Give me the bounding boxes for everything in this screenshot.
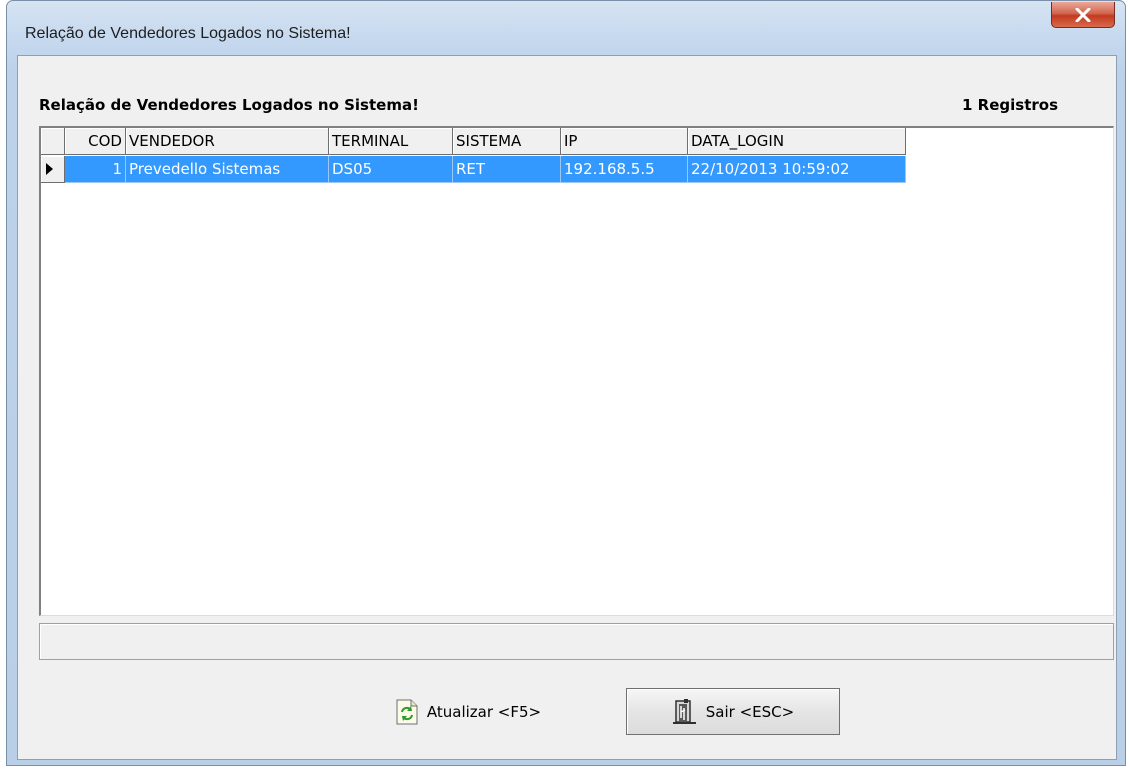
cell-sistema[interactable]: RET [453,156,561,183]
window: Relação de Vendedores Logados no Sistema… [6,0,1126,766]
window-title: Relação de Vendedores Logados no Sistema… [25,25,351,42]
column-header-vendedor[interactable]: VENDEDOR [126,128,329,155]
cell-terminal[interactable]: DS05 [329,156,453,183]
dialog-body: Relação de Vendedores Logados no Sistema… [17,55,1117,760]
records-count: 1 Registros [962,96,1058,114]
cell-vendedor[interactable]: Prevedello Sistemas [126,156,329,183]
close-button[interactable] [1051,2,1115,28]
exit-button[interactable]: Sair <ESC> [626,688,840,735]
status-panel [39,623,1114,660]
table-row[interactable]: 1 Prevedello Sistemas DS05 RET 192.168.5… [41,156,906,183]
refresh-icon [396,699,418,724]
sellers-grid[interactable]: COD VENDEDOR TERMINAL SISTEMA IP DATA_LO… [39,126,1114,616]
column-header-cod[interactable]: COD [65,128,126,155]
exit-button-label: Sair <ESC> [705,702,795,721]
grid-header-row: COD VENDEDOR TERMINAL SISTEMA IP DATA_LO… [41,128,906,155]
column-header-terminal[interactable]: TERMINAL [329,128,453,155]
close-icon [1075,7,1091,22]
cell-data-login[interactable]: 22/10/2013 10:59:02 [688,156,906,183]
exit-door-icon [672,698,696,724]
title-bar[interactable]: Relação de Vendedores Logados no Sistema… [7,1,1125,45]
column-header-ip[interactable]: IP [561,128,688,155]
panel-title: Relação de Vendedores Logados no Sistema… [39,96,419,114]
row-pointer-icon [46,163,53,175]
column-header-data-login[interactable]: DATA_LOGIN [688,128,906,155]
refresh-button-label: Atualizar <F5> [426,702,542,721]
cell-ip[interactable]: 192.168.5.5 [561,156,688,183]
indicator-header [41,128,65,155]
refresh-button[interactable]: Atualizar <F5> [358,688,578,735]
row-indicator [41,156,65,183]
column-header-sistema[interactable]: SISTEMA [453,128,561,155]
cell-cod[interactable]: 1 [65,156,126,183]
